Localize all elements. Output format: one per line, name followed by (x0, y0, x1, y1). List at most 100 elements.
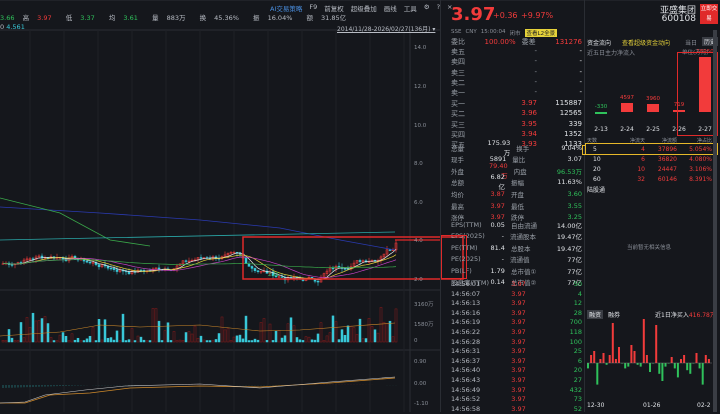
f9-button[interactable]: F9 (309, 3, 317, 13)
volume-bar (340, 329, 344, 343)
date-range-selector[interactable]: 2014/11/28-2026/02/27(136月) ▾ (337, 24, 435, 33)
net-buy-label: 近1日净买入 (655, 312, 689, 319)
candle-body (244, 257, 248, 264)
level-volume: - (579, 47, 582, 55)
bid-row[interactable]: 买一 3.97 115887 (441, 99, 586, 109)
bid-row[interactable]: 买三 3.95 339 (441, 120, 586, 130)
volume-bar (379, 307, 383, 343)
candle-body (280, 276, 284, 278)
volume-bar (157, 320, 161, 343)
stat-label: 总股本 (510, 244, 531, 253)
table-cell: 10 (637, 166, 645, 173)
super-fundflow-link[interactable]: 查看超级资金动向 (622, 38, 670, 47)
draw-button[interactable]: 画线 (384, 3, 397, 13)
fundflow-date: 2-24 (620, 126, 634, 133)
volume-bar (145, 340, 149, 343)
volume-bar (376, 332, 380, 343)
stat-value: 0.05 (490, 220, 505, 229)
fundflow-bar-label: -330 (594, 104, 608, 110)
table-cell: 8.391% (689, 176, 712, 183)
tab-financing[interactable]: 融资 (587, 310, 604, 319)
price-tick: 10.0 (414, 122, 427, 129)
table-cell: 20 (593, 166, 601, 173)
volume-bar (118, 340, 122, 343)
trade-volume: 6 (577, 356, 582, 365)
net-buy-info: 近1日净买入416.78万 (655, 310, 716, 319)
level-volume: - (579, 77, 582, 86)
volume-bar (40, 318, 44, 343)
volume-bar (217, 333, 221, 343)
tab-today[interactable]: 当日 (685, 38, 697, 47)
overlay-button[interactable]: 超级叠加 (351, 3, 377, 13)
trade-time: 14:56:49 (451, 385, 481, 394)
candle-body (88, 261, 92, 264)
volume-bar (151, 308, 155, 343)
stat-label: EPS(TTM) (451, 220, 482, 229)
volume-bar (310, 339, 314, 343)
tools-button[interactable]: 工具 (404, 3, 417, 13)
ask-row[interactable]: 卖三 - - (441, 68, 586, 78)
volume-bar (331, 315, 335, 343)
stat-label: 量比 (512, 156, 526, 165)
level-price: - (534, 57, 537, 66)
ask-row[interactable]: 卖一 - - (441, 88, 586, 98)
trade-price: 3.97 (511, 318, 526, 327)
volume-bar (178, 339, 182, 343)
volume-bar (349, 325, 353, 343)
macd-tick: 0.00 (414, 381, 427, 387)
stat-label: 流通值 (510, 256, 530, 264)
low-value: 3.37 (80, 14, 95, 22)
fundflow-bar (621, 103, 633, 112)
ratio-value: 100.00% (484, 37, 516, 46)
ask-row[interactable]: 卖四 - - (441, 57, 586, 67)
ask-row[interactable]: 卖二 - - (441, 78, 586, 88)
pe-highlight-box (441, 235, 467, 279)
adjust-button[interactable]: 前复权 (324, 3, 344, 13)
volume-bar (361, 338, 365, 343)
volume-bar (244, 315, 248, 343)
avg-value: 3.61 (123, 14, 138, 22)
trade-time: 14:56:07 (451, 289, 481, 298)
stat-value: 77亿 (567, 256, 582, 264)
stat-label: 自由流通 (510, 221, 537, 230)
candle-body (10, 264, 14, 266)
ohlc-info-bar: 3.66 高 3.97 低 3.37 均 3.61 量 883万 换 45.36… (0, 12, 358, 22)
trade-volume: 27 (573, 376, 582, 384)
price-tick: 6.0 (414, 199, 423, 206)
trade-row: 14:56:22 3.97 118 (441, 328, 586, 338)
stat-row: 总额 6.82亿 振幅 11.63% (441, 173, 586, 191)
volume-bar (103, 319, 107, 343)
amp-label: 振 (253, 14, 260, 22)
volume-bar (13, 340, 17, 343)
order-ratio-row: 委比 100.00% 委差 131276 (441, 36, 586, 47)
volume-bar (19, 322, 23, 343)
stat-row: 总量 175.93万 换手 9.04% (441, 139, 586, 157)
volume-bar (271, 340, 275, 343)
scrollbar[interactable] (713, 30, 717, 412)
bid-row[interactable]: 买二 3.96 12565 (441, 109, 586, 119)
volume-bar (247, 340, 251, 343)
amount-label: 额 (306, 14, 313, 22)
stat-row: 外盘 79.40万 内盘 96.53万 (441, 162, 586, 180)
volume-bar (1, 339, 5, 343)
tab-securities-lending[interactable]: 融券 (608, 310, 620, 319)
volume-bar (277, 330, 281, 343)
level-volume: 115887 (555, 99, 582, 107)
ai-strategy-button[interactable]: AI交易策略 (270, 3, 302, 13)
stat-row: 均价 3.87 开盘 3.60 (441, 188, 586, 199)
table-cell: 3.106% (689, 166, 712, 173)
table-cell: 10 (593, 156, 601, 163)
trade-price: 3.97 (511, 289, 526, 298)
trade-time: 14:56:58 (451, 404, 481, 413)
level-label: 买一 (451, 100, 465, 108)
tab-hk-connect[interactable]: 陆股通 (587, 185, 605, 194)
volume-bar (133, 340, 137, 343)
trade-time: 14:56:01 (451, 280, 481, 288)
volume-bar (166, 322, 170, 343)
settings-icon[interactable]: ⚙ (424, 3, 430, 13)
trade-price: 3.97 (511, 376, 526, 384)
volume-bar (265, 340, 269, 343)
trade-now-button[interactable]: 立即交易 (700, 4, 718, 24)
volume-bar (169, 340, 173, 343)
ask-row[interactable]: 卖五 - - (441, 47, 586, 57)
